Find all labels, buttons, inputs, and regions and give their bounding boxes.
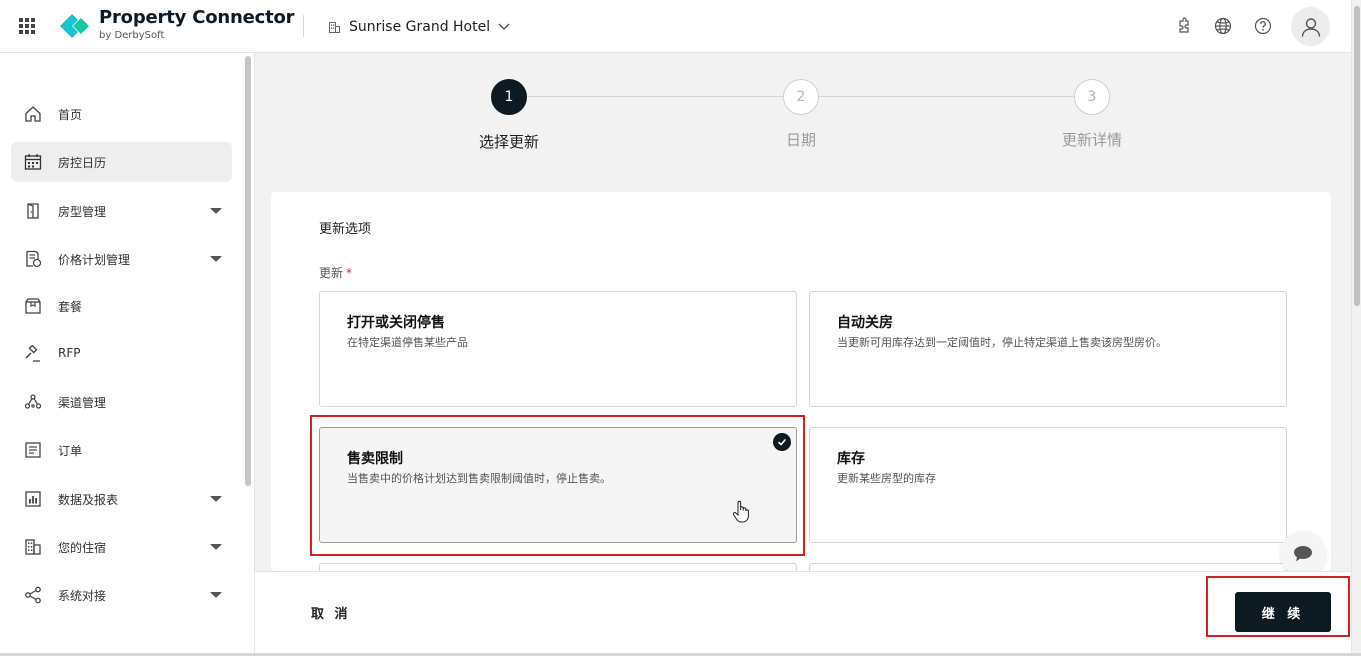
- sidebar-item-packages[interactable]: 套餐: [11, 286, 232, 326]
- option-title: 自动关房: [837, 315, 893, 331]
- selected-check-icon: [773, 433, 791, 451]
- sidebar-item-integration[interactable]: 系统对接: [11, 575, 232, 615]
- sidebar: 首页 房控日历 房型管理 价格计划管理 套餐 RFP 渠道管理 订单 数据及报表…: [0, 53, 255, 656]
- caret-down-icon[interactable]: [210, 208, 222, 214]
- step-2-label: 日期: [785, 131, 817, 149]
- sidebar-item-calendar[interactable]: 房控日历: [11, 142, 232, 182]
- stepper-connector-2: [819, 96, 1075, 97]
- apps-grid-icon[interactable]: [18, 17, 36, 35]
- report-icon: [25, 491, 41, 507]
- update-field-label: 更新 *: [319, 264, 352, 281]
- update-field-label-text: 更新: [319, 266, 344, 280]
- sidebar-item-reports[interactable]: 数据及报表: [11, 479, 232, 519]
- help-icon[interactable]: [1254, 17, 1272, 35]
- top-header: Property Connector by DerbySoft Sunrise …: [0, 0, 1361, 53]
- page-scrollbar-thumb[interactable]: [1354, 6, 1360, 306]
- option-card-auto-close[interactable]: 自动关房 当更新可用库存达到一定阈值时，停止特定渠道上售卖该房型房价。: [809, 291, 1287, 407]
- step-3-label: 更新详情: [1061, 131, 1123, 149]
- share-icon: [25, 586, 41, 604]
- door-icon: [27, 203, 39, 219]
- header-divider: [303, 15, 304, 37]
- price-plan-icon: [26, 250, 42, 268]
- sidebar-item-channels[interactable]: 渠道管理: [11, 382, 232, 422]
- sidebar-item-label: 订单: [58, 444, 83, 458]
- sidebar-item-label: RFP: [58, 346, 81, 360]
- option-title: 打开或关闭停售: [347, 315, 445, 331]
- step-1-label: 选择更新: [478, 133, 540, 151]
- step-2-circle: 2: [783, 79, 819, 115]
- order-icon: [25, 442, 41, 458]
- sidebar-item-your-property[interactable]: 您的住宿: [11, 527, 232, 567]
- brand-title: Property Connector: [99, 7, 295, 28]
- sidebar-item-orders[interactable]: 订单: [11, 430, 232, 470]
- chevron-down-icon: [498, 23, 510, 30]
- sidebar-item-label: 房控日历: [58, 156, 107, 170]
- option-description: 更新某些房型的库存: [837, 472, 936, 485]
- hotel-selector[interactable]: Sunrise Grand Hotel: [328, 17, 510, 37]
- hand-pointer-icon: [732, 500, 749, 523]
- sidebar-item-label: 数据及报表: [58, 493, 119, 507]
- calendar-icon: [24, 154, 42, 170]
- sidebar-item-room-types[interactable]: 房型管理: [11, 191, 232, 231]
- option-description: 在特定渠道停售某些产品: [347, 336, 468, 349]
- stepper-connector-1: [528, 96, 784, 97]
- option-card-inventory[interactable]: 库存 更新某些房型的库存: [809, 427, 1287, 543]
- option-description: 当售卖中的价格计划达到售卖限制阈值时，停止售卖。: [347, 472, 611, 485]
- user-avatar[interactable]: [1291, 7, 1330, 46]
- sidebar-item-label: 套餐: [58, 300, 83, 314]
- continue-button[interactable]: 继 续: [1235, 592, 1331, 632]
- option-description: 当更新可用库存达到一定阈值时，停止特定渠道上售卖该房型房价。: [837, 336, 1167, 349]
- plugin-icon[interactable]: [1174, 17, 1192, 35]
- sidebar-item-rate-plans[interactable]: 价格计划管理: [11, 239, 232, 279]
- option-title: 售卖限制: [347, 451, 403, 467]
- sidebar-item-home[interactable]: 首页: [11, 94, 232, 134]
- caret-down-icon[interactable]: [210, 256, 222, 262]
- globe-icon[interactable]: [1214, 17, 1232, 35]
- panel-title: 更新选项: [319, 222, 372, 237]
- sidebar-item-label: 房型管理: [58, 205, 107, 219]
- step-1-circle: 1: [491, 79, 527, 115]
- hotel-building-icon: [329, 21, 340, 33]
- property-connector-logo-icon[interactable]: [60, 13, 90, 39]
- sidebar-item-label: 您的住宿: [58, 541, 107, 555]
- option-card-stop-sell[interactable]: 打开或关闭停售 在特定渠道停售某些产品: [319, 291, 797, 407]
- channel-icon: [24, 394, 42, 409]
- user-avatar-icon: [1301, 17, 1320, 37]
- sidebar-item-rfp[interactable]: RFP: [11, 334, 232, 374]
- option-card-sales-limit[interactable]: 售卖限制 当售卖中的价格计划达到售卖限制阈值时，停止售卖。: [319, 427, 797, 543]
- sidebar-item-label: 首页: [58, 108, 83, 122]
- sidebar-item-label: 价格计划管理: [58, 253, 131, 267]
- sidebar-item-label: 系统对接: [58, 589, 107, 603]
- chat-icon: [1294, 546, 1312, 562]
- caret-down-icon[interactable]: [210, 544, 222, 550]
- wizard-footer: 取 消 继 续: [255, 571, 1351, 656]
- sidebar-item-label: 渠道管理: [58, 396, 107, 410]
- hotel-name: Sunrise Grand Hotel: [349, 19, 491, 35]
- required-mark: *: [346, 266, 353, 280]
- gavel-icon: [25, 345, 40, 362]
- brand-subtitle: by DerbySoft: [99, 30, 165, 41]
- caret-down-icon[interactable]: [210, 592, 222, 598]
- option-title: 库存: [837, 451, 865, 467]
- home-icon: [25, 106, 41, 122]
- page-scrollbar[interactable]: [1351, 0, 1361, 656]
- sidebar-scrollbar[interactable]: [245, 56, 251, 486]
- update-options-panel: 更新选项 更新 * 打开或关闭停售 在特定渠道停售某些产品 自动关房 当更新可用库…: [271, 192, 1331, 572]
- caret-down-icon[interactable]: [210, 496, 222, 502]
- building-icon: [25, 539, 41, 555]
- package-icon: [25, 298, 41, 314]
- cancel-button[interactable]: 取 消: [311, 603, 351, 622]
- step-3-circle: 3: [1074, 79, 1110, 115]
